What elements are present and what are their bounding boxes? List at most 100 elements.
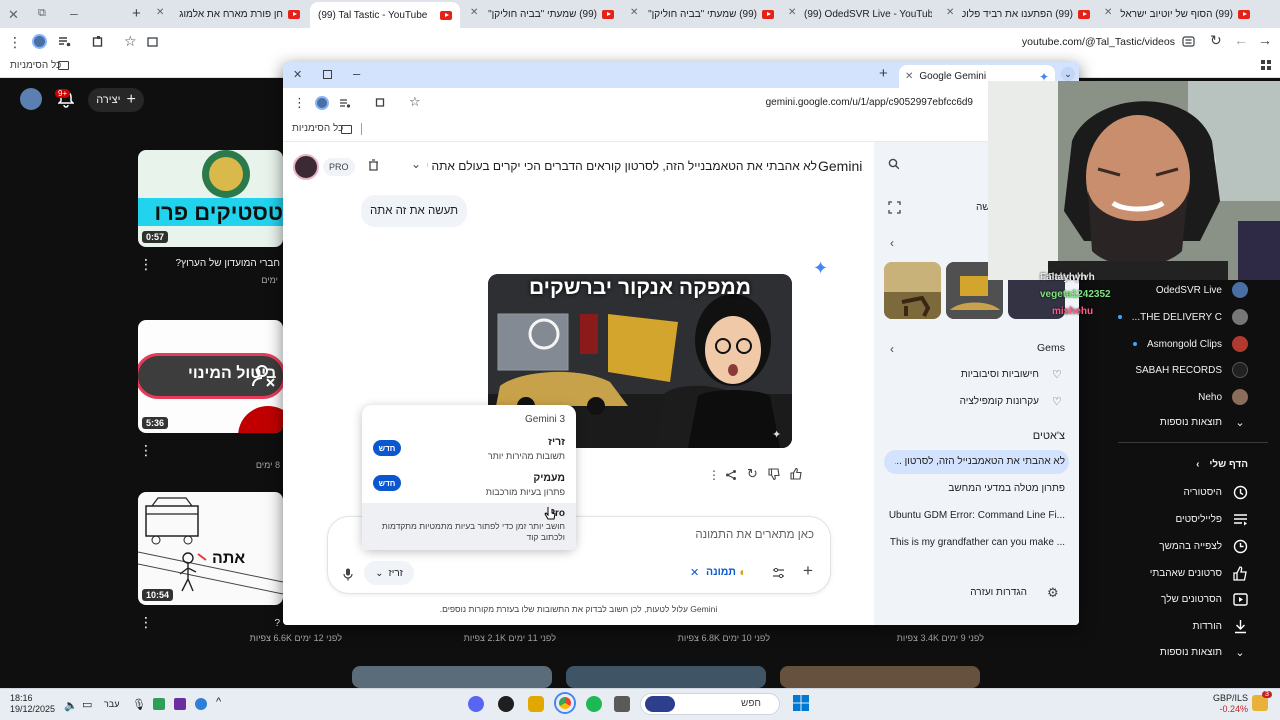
tools-icon[interactable] bbox=[772, 567, 785, 579]
more-vert-icon[interactable]: ⋮ bbox=[139, 256, 153, 273]
subscription-item[interactable]: Asmongold Clips bbox=[1132, 336, 1248, 352]
close-window-icon[interactable]: ✕ bbox=[293, 68, 302, 81]
regenerate-icon[interactable]: ↻ bbox=[747, 466, 758, 482]
gem-item[interactable]: חישוביות וסיבוביות bbox=[961, 369, 1039, 380]
chat-item[interactable]: פתרון מטלה במדעי המחשב bbox=[948, 483, 1065, 494]
close-window-icon[interactable]: ✕ bbox=[8, 7, 19, 23]
tune-icon[interactable] bbox=[1182, 35, 1195, 48]
gemini-logo[interactable]: Gemini bbox=[818, 158, 862, 174]
windows-start-icon[interactable] bbox=[793, 695, 809, 711]
language-indicator[interactable]: עבר bbox=[104, 699, 119, 709]
star-icon[interactable]: ☆ bbox=[124, 33, 137, 50]
network-icon[interactable]: ▭ bbox=[82, 698, 92, 711]
gems-header[interactable]: Gems bbox=[1037, 342, 1065, 354]
video-thumbnail[interactable] bbox=[352, 666, 552, 688]
restore-window-icon[interactable]: ⧉ bbox=[38, 7, 46, 20]
subscription-item[interactable]: Neho bbox=[1198, 389, 1248, 405]
chat-item[interactable]: לא אהבתי את הטאמבנייל הזה, לסרטון ... bbox=[895, 456, 1065, 467]
you-item[interactable]: לצפייה בהמשך bbox=[1159, 539, 1248, 554]
tab-close-icon[interactable]: ✕ bbox=[905, 71, 913, 82]
tab-close-icon[interactable]: ✕ bbox=[156, 7, 164, 18]
paint-icon[interactable] bbox=[528, 696, 544, 712]
tab-5[interactable]: (99) הפתענו את רביד פלוטניק bbox=[962, 4, 1090, 24]
all-bookmarks-label[interactable]: כל הסימניות bbox=[292, 123, 343, 134]
maximize-window-icon[interactable] bbox=[323, 70, 332, 79]
tray-app-icon[interactable] bbox=[195, 698, 207, 710]
volume-icon[interactable]: 🔈 bbox=[64, 699, 78, 712]
tab-close-icon[interactable]: ✕ bbox=[1104, 7, 1112, 18]
discord-icon[interactable] bbox=[468, 696, 484, 712]
star-icon[interactable]: ☆ bbox=[409, 94, 421, 110]
you-item[interactable]: הסרטונים שלך bbox=[1161, 592, 1248, 607]
apps-grid-icon[interactable] bbox=[1260, 59, 1272, 71]
tab-close-icon[interactable]: ✕ bbox=[470, 7, 478, 18]
chrome-icon[interactable] bbox=[556, 694, 574, 712]
tab-4[interactable]: (99) OdedSVR Live - YouTube bbox=[804, 4, 932, 24]
new-tab-icon[interactable]: + bbox=[879, 65, 888, 82]
media-icon[interactable] bbox=[339, 97, 351, 109]
avatar[interactable] bbox=[20, 88, 42, 110]
video-title[interactable]: חברי המועדון של הערוץ? bbox=[176, 258, 281, 269]
you-item[interactable]: פלייליסטים bbox=[1175, 512, 1248, 527]
subscription-item[interactable]: THE DELIVERY C... bbox=[1117, 309, 1248, 325]
tray-app-icon[interactable] bbox=[174, 698, 186, 710]
you-section-header[interactable]: הדף שלי › bbox=[1196, 459, 1248, 470]
video-thumbnail[interactable]: טסטיקים פרו 0:57 bbox=[138, 150, 283, 247]
tab-0[interactable]: חן פורת מארח את אלמוג bbox=[172, 4, 300, 24]
extensions-icon[interactable] bbox=[375, 96, 387, 108]
chevron-up-icon[interactable]: ^ bbox=[216, 696, 221, 708]
chat-item[interactable]: This is my grandfather can you make ... bbox=[890, 537, 1065, 548]
temp-chat-icon[interactable] bbox=[367, 159, 380, 172]
tab-1[interactable]: (99) Tal Tastic - YouTube bbox=[310, 2, 460, 28]
more-vert-icon[interactable]: ⋮ bbox=[139, 614, 153, 631]
tab-close-icon[interactable]: ✕ bbox=[788, 7, 796, 18]
tray-app-icon[interactable] bbox=[153, 698, 165, 710]
reload-icon[interactable]: ↻ bbox=[1210, 32, 1222, 49]
avatar[interactable] bbox=[293, 154, 319, 180]
video-thumbnail[interactable] bbox=[780, 666, 980, 688]
menu-dots-icon[interactable]: ⋮ bbox=[293, 95, 306, 111]
screenshot-icon[interactable] bbox=[146, 35, 159, 48]
more-vert-icon[interactable]: ⋮ bbox=[708, 468, 720, 482]
minimize-window-icon[interactable]: – bbox=[353, 66, 360, 81]
profile-avatar[interactable] bbox=[32, 34, 47, 49]
thumb-down-icon[interactable] bbox=[768, 468, 780, 480]
tab-search-icon[interactable]: ⌄ bbox=[1061, 67, 1075, 81]
forward-icon[interactable]: ← bbox=[1234, 32, 1248, 48]
new-tab-icon[interactable]: + bbox=[132, 5, 141, 22]
minimize-window-icon[interactable]: – bbox=[70, 5, 78, 21]
chevron-left-icon[interactable]: ‹ bbox=[890, 236, 894, 250]
profile-avatar[interactable] bbox=[315, 96, 329, 110]
model-option-fast[interactable]: זריז תשובות מהירות יותר חדש bbox=[362, 431, 576, 467]
gem-item[interactable]: עקרונות קומפילציה bbox=[960, 396, 1039, 407]
show-more-subscriptions[interactable]: ⌄ תוצאות נוספות bbox=[1160, 416, 1248, 429]
create-button[interactable]: יצירה + bbox=[88, 88, 144, 112]
tab-3[interactable]: (99) שמעתי "בביה חוליקן" למט bbox=[646, 4, 774, 24]
obs-icon[interactable] bbox=[498, 696, 514, 712]
tab-2[interactable]: (99) שמעתי "בביה חוליקן" למט bbox=[486, 4, 614, 24]
back-icon[interactable]: → bbox=[1258, 32, 1272, 48]
microphone-icon[interactable] bbox=[343, 568, 353, 581]
gear-icon[interactable]: ⚙ bbox=[1047, 585, 1059, 601]
menu-dots-icon[interactable]: ⋮ bbox=[8, 34, 22, 51]
thumb-up-icon[interactable] bbox=[790, 468, 802, 480]
new-chat-icon[interactable] bbox=[888, 201, 901, 214]
subscription-item[interactable]: OdedSVR Live bbox=[1156, 282, 1248, 298]
chat-item[interactable]: Ubuntu GDM Error: Command Line Fi... bbox=[889, 510, 1065, 521]
gallery-thumb[interactable] bbox=[884, 262, 941, 319]
you-item[interactable]: היסטוריה bbox=[1184, 485, 1249, 500]
conversation-title[interactable]: לא אהבתי את הטאמבנייל הזה, לסרטון קוראים… bbox=[427, 159, 817, 173]
all-bookmarks-label[interactable]: כל הסימניות bbox=[10, 60, 61, 71]
file-explorer-icon[interactable] bbox=[614, 696, 630, 712]
model-option-thinking[interactable]: מעמיק פתרון בעיות מורכבות חדש bbox=[362, 467, 576, 503]
tab-close-icon[interactable]: ✕ bbox=[946, 7, 954, 18]
model-selector[interactable]: ⌄ זריז bbox=[364, 561, 414, 585]
address-bar[interactable]: youtube.com/@Tal_Tastic/videos bbox=[880, 36, 1175, 48]
video-title[interactable]: ? bbox=[274, 618, 280, 629]
spotify-icon[interactable] bbox=[586, 696, 602, 712]
address-bar[interactable]: gemini.google.com/u/1/app/c9052997ebfcc6… bbox=[733, 97, 973, 108]
video-thumbnail[interactable]: אתה 10:54 bbox=[138, 492, 283, 605]
taskbar-search[interactable]: חפש bbox=[640, 693, 780, 715]
chevron-left-icon[interactable]: ‹ bbox=[890, 342, 894, 356]
subscription-item[interactable]: SABAH RECORDS bbox=[1135, 362, 1248, 378]
